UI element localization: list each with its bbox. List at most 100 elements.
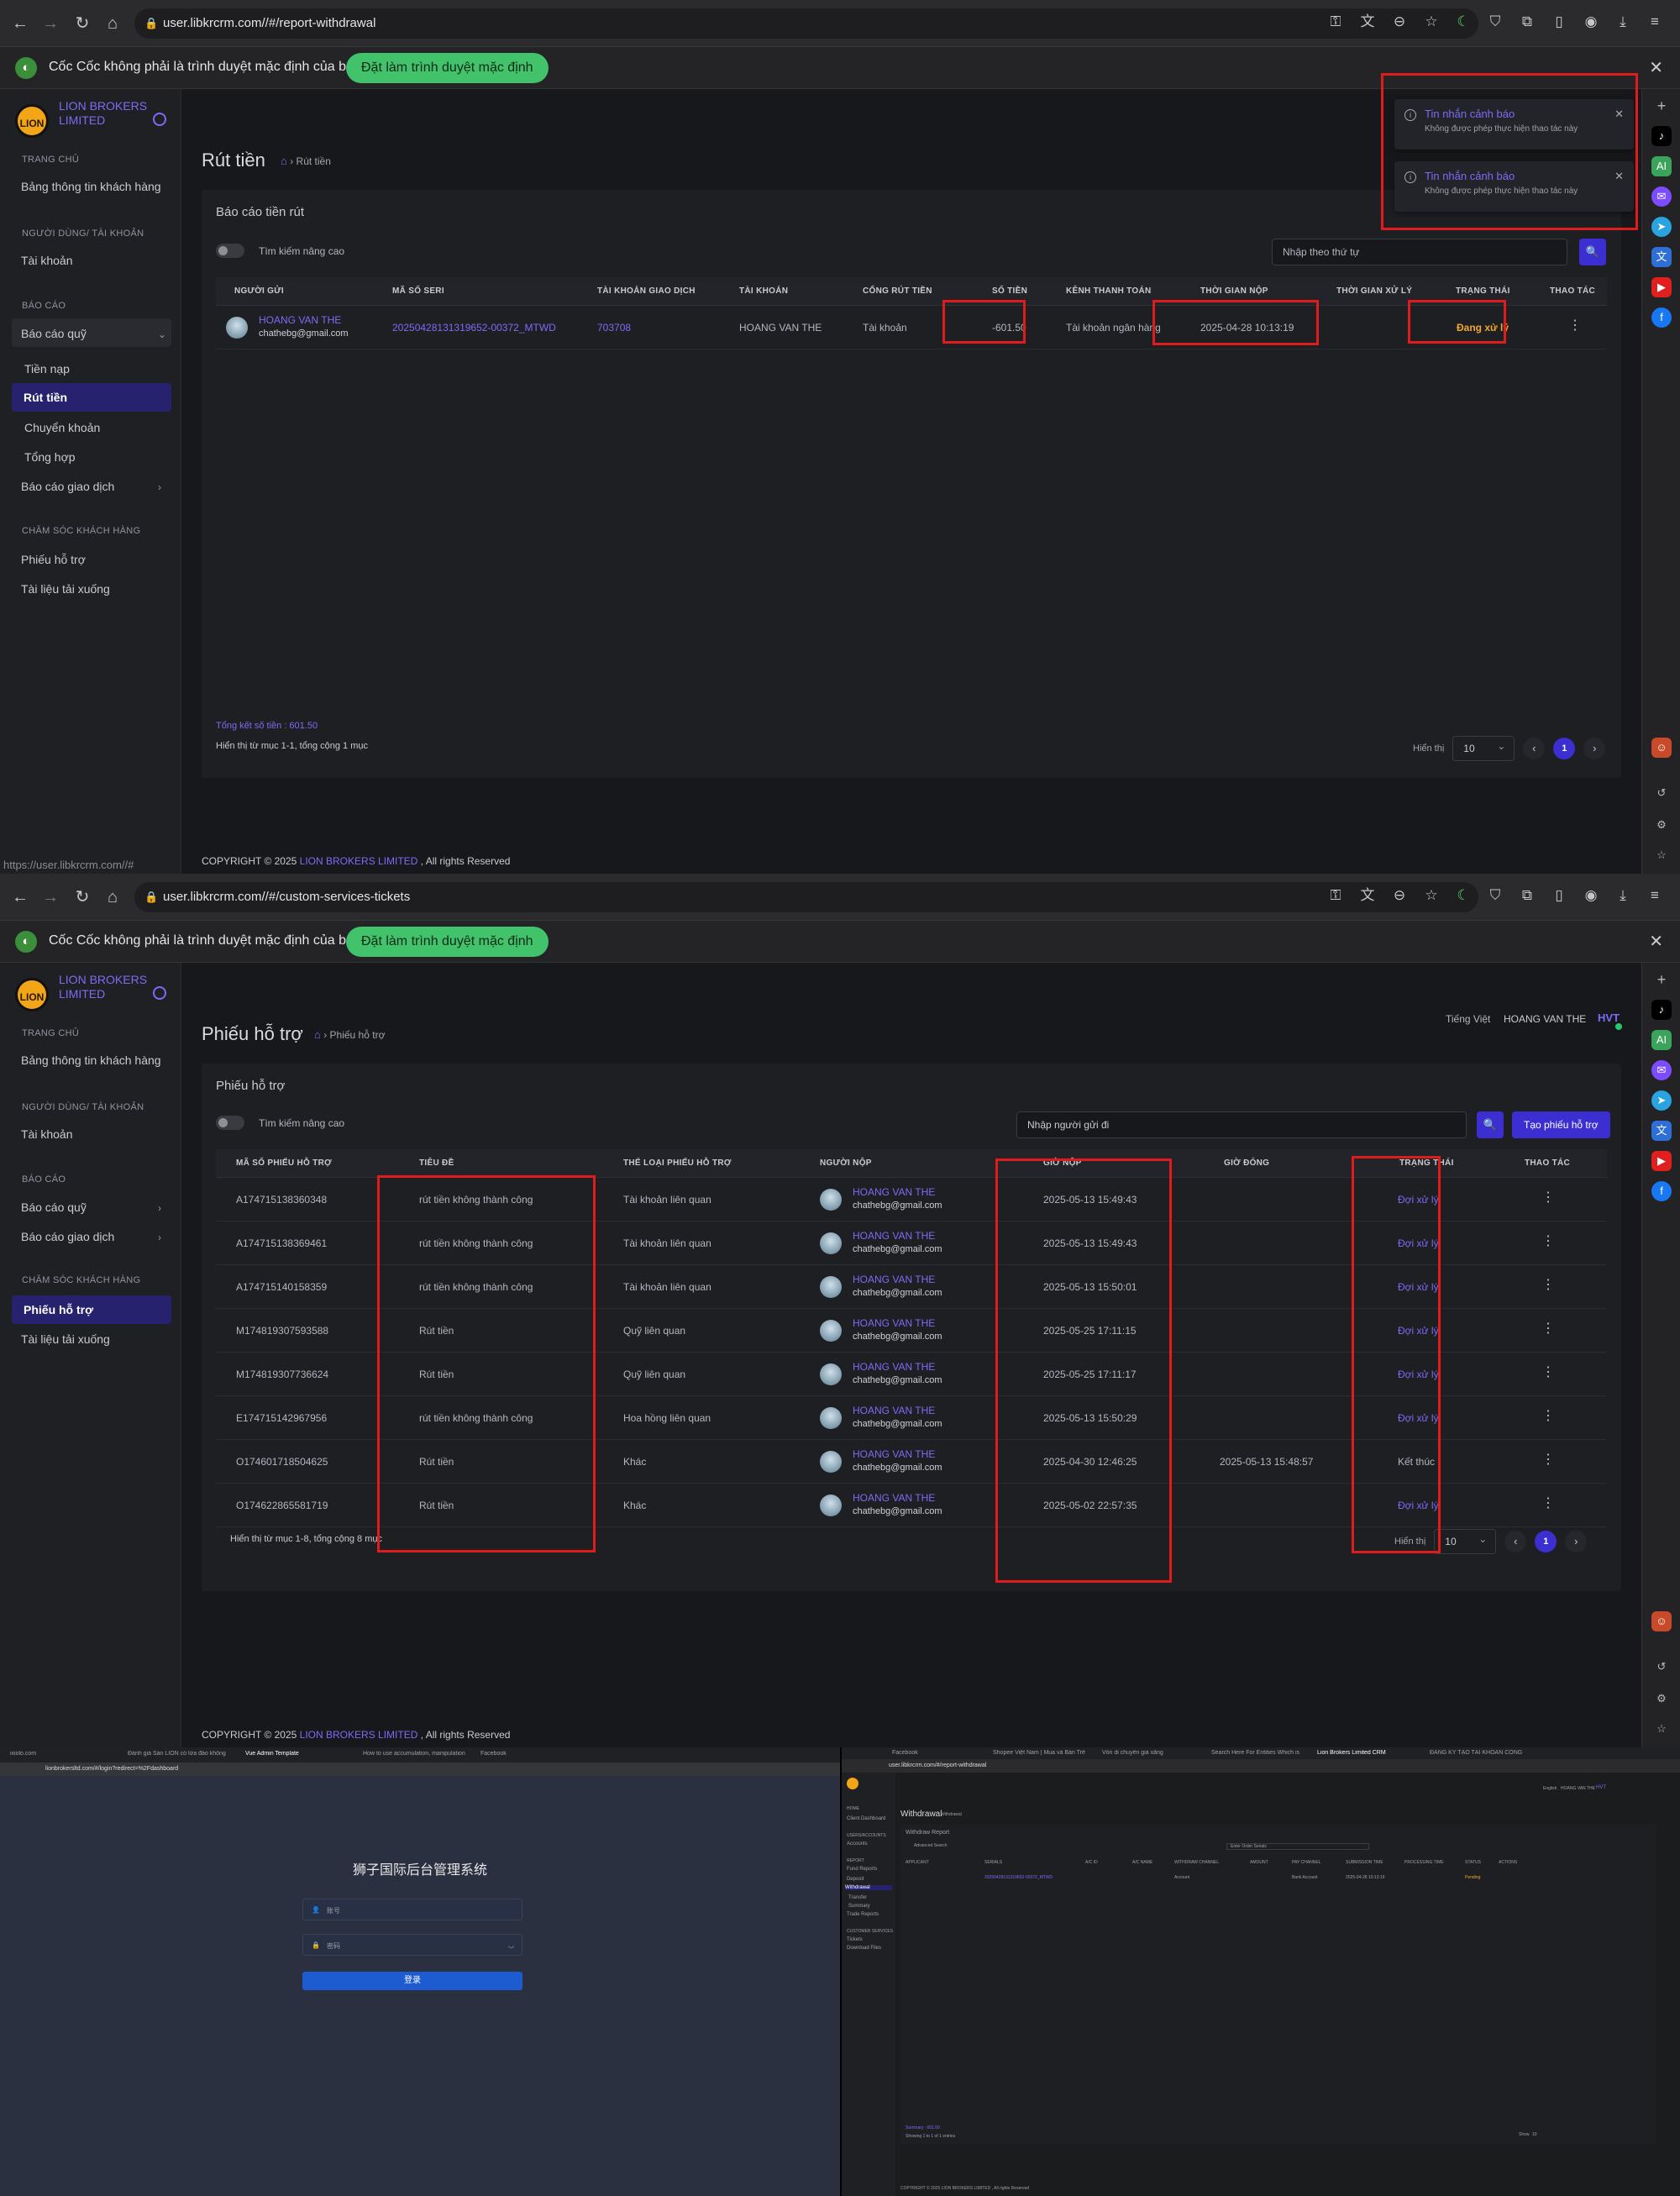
extension-icon[interactable]: ⧉ xyxy=(1517,885,1537,906)
more-icon[interactable]: ⋮ xyxy=(1568,317,1582,334)
tab-1[interactable]: ixiolo.com xyxy=(10,1751,119,1757)
sidebar-item-fund-report[interactable]: Báo cáo quỹ xyxy=(21,1200,87,1214)
sidebar-item-downloads[interactable]: Tài liệu tải xuống xyxy=(21,582,110,596)
per-page-select[interactable]: 10 xyxy=(1434,1527,1497,1554)
game-icon[interactable]: ☺ xyxy=(1651,1611,1672,1631)
ai-icon[interactable]: AI xyxy=(1651,156,1672,176)
sidebar-item-tickets[interactable]: Phiếu hỗ trợ xyxy=(21,553,86,566)
messenger-icon[interactable]: ✉ xyxy=(1651,187,1672,207)
search-button[interactable]: 🔍 xyxy=(1477,1111,1504,1138)
home-icon[interactable]: ⌂ xyxy=(314,1028,321,1041)
forward-icon[interactable]: → xyxy=(40,887,60,907)
more-icon[interactable]: ⋮ xyxy=(1541,1451,1555,1468)
add-icon[interactable]: + xyxy=(1651,96,1672,116)
mini-per-page[interactable]: 10 xyxy=(1532,2132,1537,2137)
submitter-name[interactable]: HOANG VAN THE xyxy=(853,1274,935,1285)
address-text[interactable]: user.libkrcrm.com/#/report-withdrawal xyxy=(889,1763,986,1768)
star-icon[interactable]: ☆ xyxy=(1421,12,1441,32)
page-1[interactable]: 1 xyxy=(1553,738,1576,759)
settings-icon[interactable]: ⚙ xyxy=(1651,815,1672,835)
translate-app-icon[interactable]: 文 xyxy=(1651,1121,1672,1141)
mini-search-input[interactable]: Enter Order Serials xyxy=(1226,1843,1369,1850)
next-page-icon[interactable]: › xyxy=(1583,738,1606,759)
tab-1[interactable]: Facebook xyxy=(892,1750,976,1756)
sidebar-item-tickets[interactable]: Phiếu hỗ trợ xyxy=(12,1295,171,1324)
star-icon[interactable]: ☆ xyxy=(1421,885,1441,906)
bookmark-icon[interactable]: ☆ xyxy=(1651,1719,1672,1739)
forward-icon[interactable]: → xyxy=(40,13,60,34)
close-icon[interactable]: ✕ xyxy=(1649,931,1663,952)
address-bar[interactable]: 🔒 user.libkrcrm.com//#/report-withdrawal xyxy=(134,8,1478,39)
prev-page-icon[interactable]: ‹ xyxy=(1504,1531,1527,1552)
tab-5[interactable]: Lion Brokers Limited CRM xyxy=(1317,1750,1410,1756)
tab-3[interactable]: Vue Admin Template xyxy=(245,1751,354,1757)
sidebar-item-dashboard[interactable]: Bảng thông tin khách hàng xyxy=(21,180,161,193)
history-icon[interactable]: ↺ xyxy=(1651,1657,1672,1677)
back-icon[interactable]: ← xyxy=(10,887,30,907)
mini-item-trade-reports[interactable]: Trade Reports xyxy=(847,1912,879,1917)
prev-page-icon[interactable]: ‹ xyxy=(1523,738,1546,759)
messenger-icon[interactable]: ✉ xyxy=(1651,1060,1672,1080)
youtube-icon[interactable]: ▶ xyxy=(1651,1151,1672,1171)
sidebar-item-fund-report[interactable]: Báo cáo quỹ xyxy=(21,327,87,340)
search-button[interactable]: 🔍 xyxy=(1579,239,1606,265)
page-1[interactable]: 1 xyxy=(1535,1531,1557,1552)
tab-6[interactable]: ĐĂNG KÝ TẠO TÀI KHOẢN CÔNG xyxy=(1430,1750,1530,1756)
more-icon[interactable]: ⋮ xyxy=(1541,1407,1555,1424)
mini-item-dashboard[interactable]: Client Dashboard xyxy=(847,1816,885,1821)
address-text[interactable]: lionbrokersltd.com/#/login?redirect=%2Fd… xyxy=(45,1766,178,1772)
collapse-toggle-icon[interactable] xyxy=(153,113,166,126)
submitter-name[interactable]: HOANG VAN THE xyxy=(853,1361,935,1373)
password-input[interactable]: 🔒 密码 ◡ xyxy=(302,1934,522,1956)
search-input[interactable]: Nhập theo thứ tự xyxy=(1272,239,1567,265)
tab-2[interactable]: Shopee Việt Nam | Mua và Bán Trên xyxy=(993,1750,1085,1756)
history-icon[interactable]: ↺ xyxy=(1651,783,1672,803)
moon-icon[interactable]: ☾ xyxy=(1453,885,1473,906)
sidebar-item-accounts[interactable]: Tài khoản xyxy=(21,1127,72,1141)
mini-language[interactable]: English xyxy=(1543,1786,1557,1791)
more-icon[interactable]: ⋮ xyxy=(1541,1495,1555,1511)
trade-account-link[interactable]: 703708 xyxy=(597,322,631,334)
submitter-name[interactable]: HOANG VAN THE xyxy=(853,1492,935,1504)
sidebar-item-accounts[interactable]: Tài khoản xyxy=(21,254,72,267)
facebook-icon[interactable]: f xyxy=(1651,307,1672,328)
brand-logo[interactable]: LION LION BROKERS LIMITED xyxy=(15,973,183,1015)
advanced-search-toggle[interactable] xyxy=(216,244,244,258)
translate-app-icon[interactable]: 文 xyxy=(1651,247,1672,267)
tab-4[interactable]: How to use accumulation, manipulation xyxy=(363,1751,472,1757)
eye-icon[interactable]: ◡ xyxy=(508,1941,514,1949)
sidebar-item-trade-report[interactable]: Báo cáo giao dịch xyxy=(21,480,114,493)
sidebar-item-trade-report[interactable]: Báo cáo giao dịch xyxy=(21,1230,114,1243)
submitter-name[interactable]: HOANG VAN THE xyxy=(853,1317,935,1329)
tab-2[interactable]: Đánh giá Sàn LION có lừa đảo không xyxy=(128,1751,237,1757)
tab-5[interactable]: Facebook xyxy=(480,1751,590,1757)
bookmark-icon[interactable]: ☆ xyxy=(1651,845,1672,865)
mini-item-fund-reports[interactable]: Fund Reports xyxy=(847,1867,877,1872)
moon-icon[interactable]: ☾ xyxy=(1453,12,1473,32)
language-switch[interactable]: Tiếng Việt xyxy=(1446,1013,1490,1025)
more-icon[interactable]: ⋮ xyxy=(1541,1363,1555,1380)
ai-icon[interactable]: AI xyxy=(1651,1030,1672,1050)
mini-item-transfer[interactable]: Transfer xyxy=(848,1895,867,1900)
submitter-name[interactable]: HOANG VAN THE xyxy=(853,1230,935,1242)
mini-item-tickets[interactable]: Tickets xyxy=(847,1937,863,1942)
set-default-button[interactable]: Đặt làm trình duyệt mặc định xyxy=(346,53,549,83)
mini-advanced-search[interactable]: Advanced Search xyxy=(914,1843,947,1848)
mini-avatar[interactable]: HVT xyxy=(1596,1785,1606,1790)
sidebar-icon[interactable]: ▯ xyxy=(1549,885,1569,906)
mini-item-downloads[interactable]: Download Files xyxy=(847,1946,881,1951)
shield-icon[interactable]: ⛉ xyxy=(1485,885,1505,906)
login-button[interactable]: 登录 xyxy=(302,1972,522,1990)
submitter-name[interactable]: HOANG VAN THE xyxy=(853,1448,935,1460)
shield-icon[interactable]: ⛉ xyxy=(1485,12,1505,32)
game-icon[interactable]: ☺ xyxy=(1651,738,1672,758)
telegram-icon[interactable]: ➤ xyxy=(1651,217,1672,237)
tab-4[interactable]: Search Here For Entities Which is xyxy=(1211,1750,1312,1756)
tab-3[interactable]: Vốn di chuyển giá xăng xyxy=(1102,1750,1194,1756)
reload-icon[interactable]: ↻ xyxy=(72,887,92,907)
account-icon[interactable]: ◉ xyxy=(1581,885,1601,906)
submitter-name[interactable]: HOANG VAN THE xyxy=(853,1405,935,1416)
user-name[interactable]: HOANG VAN THE xyxy=(1504,1013,1586,1025)
table-row[interactable]: HOANG VAN THE chathebg@gmail.com 2025042… xyxy=(216,306,1607,349)
menu-icon[interactable]: ≡ xyxy=(1645,12,1665,32)
